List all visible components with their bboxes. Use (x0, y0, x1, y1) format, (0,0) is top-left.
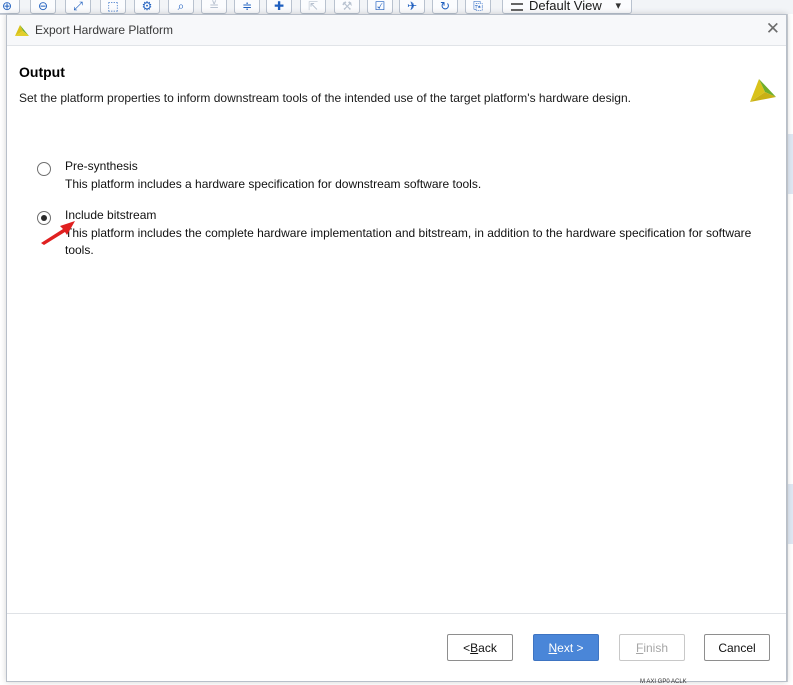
zoom-out-icon[interactable]: ⊖ (30, 0, 56, 14)
add-icon[interactable]: ✚ (266, 0, 292, 14)
dialog-titlebar: Export Hardware Platform ✕ (7, 15, 786, 46)
vivado-logo-icon (15, 25, 29, 36)
footer-divider (7, 613, 786, 614)
next-button[interactable]: Next > (533, 634, 599, 661)
validate-icon[interactable]: ☑ (367, 0, 393, 14)
refresh-icon[interactable]: ↻ (432, 0, 458, 14)
export-hardware-platform-dialog: Export Hardware Platform ✕ Output Set th… (6, 14, 787, 682)
pre-synthesis-radio[interactable] (37, 162, 51, 176)
close-icon[interactable]: ✕ (766, 19, 780, 39)
finish-button[interactable]: Finish (619, 634, 685, 661)
search-icon[interactable]: ⌕ (168, 0, 194, 14)
collapse-icon[interactable]: ≚ (201, 0, 227, 14)
regenerate-icon[interactable]: ⎘ (465, 0, 491, 14)
vivado-logo-large-icon (750, 79, 776, 102)
pin-icon[interactable]: ✈ (399, 0, 425, 14)
chevron-down-icon: ▾ (615, 0, 621, 12)
wrench-icon[interactable]: ⚒ (334, 0, 360, 14)
settings-icon[interactable]: ⚙ (134, 0, 160, 14)
include-bitstream-description: This platform includes the complete hard… (65, 226, 752, 257)
background-canvas-edge (787, 14, 793, 685)
route-icon[interactable]: ⇱ (300, 0, 326, 14)
expand-icon[interactable]: ≑ (234, 0, 260, 14)
cancel-button[interactable]: Cancel (704, 634, 770, 661)
back-button[interactable]: < Back (447, 634, 513, 661)
view-select[interactable]: Default View ▾ (502, 0, 632, 14)
fit-view-icon[interactable]: ⤢ (65, 0, 91, 14)
background-port-label: M AXI GP0 ACLK (640, 679, 687, 685)
select-area-icon[interactable]: ⬚ (100, 0, 126, 14)
background-toolbar: ⊕ ⊖ ⤢ ⬚ ⚙ ⌕ ≚ ≑ ✚ ⇱ ⚒ ☑ ✈ ↻ ⎘ Default Vi… (0, 0, 793, 15)
view-select-value: Default View (529, 0, 602, 13)
zoom-in-icon[interactable]: ⊕ (0, 0, 20, 14)
page-title: Output (19, 64, 65, 80)
menu-lines-icon (511, 3, 523, 11)
red-arrow-annotation-icon (41, 221, 75, 245)
page-description: Set the platform properties to inform do… (19, 91, 631, 105)
pre-synthesis-label[interactable]: Pre-synthesis (65, 159, 138, 173)
dialog-title: Export Hardware Platform (35, 23, 174, 37)
pre-synthesis-description: This platform includes a hardware specif… (65, 177, 482, 191)
